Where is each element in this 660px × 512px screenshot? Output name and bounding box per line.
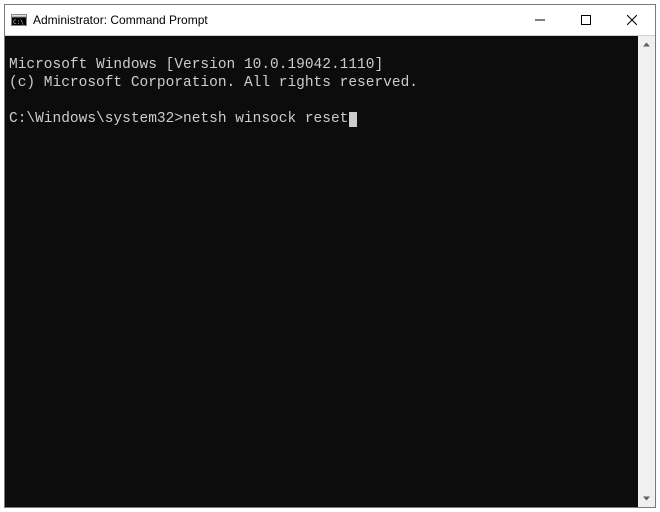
command-text: netsh winsock reset — [183, 111, 348, 127]
maximize-button[interactable] — [563, 5, 609, 35]
scroll-up-button[interactable] — [638, 36, 655, 53]
chevron-down-icon — [642, 494, 651, 503]
prompt-text: C:\Windows\system32> — [9, 111, 183, 127]
title-bar[interactable]: C:\ Administrator: Command Prompt — [5, 5, 655, 36]
minimize-button[interactable] — [517, 5, 563, 35]
chevron-up-icon — [642, 40, 651, 49]
minimize-icon — [535, 15, 545, 25]
window-controls — [517, 5, 655, 35]
cmd-icon: C:\ — [11, 12, 27, 28]
output-line: Microsoft Windows [Version 10.0.19042.11… — [9, 57, 383, 73]
window-title: Administrator: Command Prompt — [33, 13, 517, 27]
close-button[interactable] — [609, 5, 655, 35]
scroll-down-button[interactable] — [638, 490, 655, 507]
terminal-output[interactable]: Microsoft Windows [Version 10.0.19042.11… — [5, 36, 638, 507]
output-line: (c) Microsoft Corporation. All rights re… — [9, 75, 418, 91]
client-area: Microsoft Windows [Version 10.0.19042.11… — [5, 36, 655, 507]
scroll-track[interactable] — [638, 53, 655, 490]
maximize-icon — [581, 15, 591, 25]
text-cursor — [349, 112, 357, 127]
svg-text:C:\: C:\ — [13, 19, 24, 26]
command-prompt-window: C:\ Administrator: Command Prompt — [4, 4, 656, 508]
prompt-line: C:\Windows\system32>netsh winsock reset — [9, 111, 357, 127]
close-icon — [627, 15, 637, 25]
vertical-scrollbar[interactable] — [638, 36, 655, 507]
